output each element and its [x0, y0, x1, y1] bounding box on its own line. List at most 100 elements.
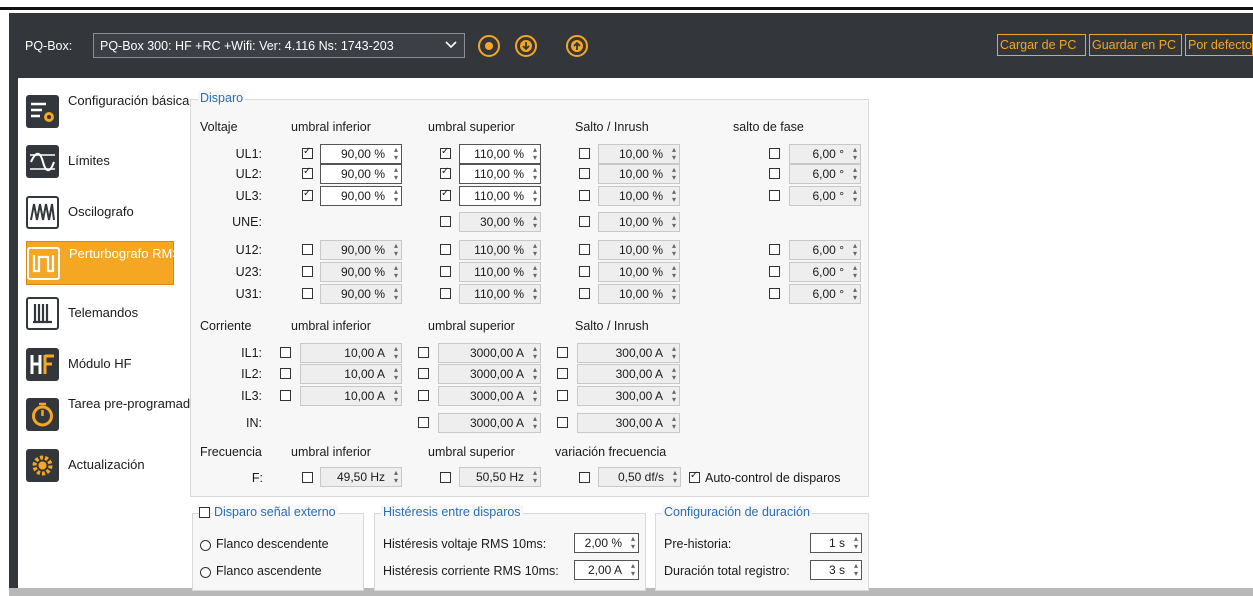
voltage-upper-spinner[interactable]: 110,00 %	[459, 240, 541, 260]
voltage-jump-checkbox[interactable]	[579, 266, 590, 277]
current-lower-checkbox[interactable]	[280, 347, 291, 358]
voltage-phase-checkbox[interactable]	[769, 190, 780, 201]
voltage-upper-spinner[interactable]: 110,00 %	[459, 144, 541, 164]
voltage-jump-spinner[interactable]: 10,00 %	[598, 284, 680, 304]
current-lower-spinner[interactable]: 10,00 A	[300, 343, 402, 363]
current-jump-checkbox[interactable]	[557, 347, 568, 358]
sidebar-item-rms-recorder[interactable]: Perturbografo RMS 10ms	[26, 241, 216, 285]
voltage-phase-spinner[interactable]: 6,00 °	[789, 262, 861, 282]
voltage-jump-checkbox[interactable]	[579, 190, 590, 201]
voltage-jump-spinner[interactable]: 10,00 %	[598, 144, 680, 164]
voltage-jump-checkbox[interactable]	[579, 148, 590, 159]
voltage-phase-spinner[interactable]: 6,00 °	[789, 284, 861, 304]
hysteresis-voltage-spinner[interactable]: 2,00 %	[574, 533, 639, 553]
sidebar-item-basic-config[interactable]: Configuración básica	[26, 89, 189, 133]
current-jump-spinner[interactable]: 300,00 A	[577, 386, 680, 406]
frequency-lower-spinner[interactable]: 49,50 Hz	[320, 467, 402, 487]
voltage-phase-spinner[interactable]: 6,00 °	[789, 186, 861, 206]
voltage-upper-checkbox[interactable]	[440, 146, 451, 159]
voltage-jump-checkbox[interactable]	[579, 168, 590, 179]
voltage-jump-spinner[interactable]: 10,00 %	[598, 262, 680, 282]
voltage-upper-checkbox[interactable]	[440, 216, 451, 227]
current-upper-checkbox[interactable]	[418, 368, 429, 379]
current-upper-checkbox[interactable]	[418, 417, 429, 428]
voltage-lower-checkbox[interactable]	[302, 166, 313, 179]
current-upper-spinner[interactable]: 3000,00 A	[438, 413, 541, 433]
voltage-phase-checkbox[interactable]	[769, 148, 780, 159]
current-jump-spinner[interactable]: 300,00 A	[577, 343, 680, 363]
voltage-jump-spinner[interactable]: 10,00 %	[598, 212, 680, 232]
voltage-jump-checkbox[interactable]	[579, 216, 590, 227]
voltage-upper-checkbox[interactable]	[440, 266, 451, 277]
current-lower-spinner[interactable]: 10,00 A	[300, 386, 402, 406]
sidebar-item-remote-controls[interactable]: Telemandos	[26, 291, 174, 335]
auto-control-checkbox[interactable]	[689, 470, 700, 483]
voltage-upper-spinner[interactable]: 110,00 %	[459, 164, 541, 184]
voltage-phase-spinner[interactable]: 6,00 °	[789, 240, 861, 260]
voltage-phase-checkbox[interactable]	[769, 244, 780, 255]
current-upper-checkbox[interactable]	[418, 390, 429, 401]
sidebar-item-update[interactable]: Actualización	[26, 443, 174, 487]
frequency-upper-checkbox[interactable]	[440, 472, 451, 483]
voltage-lower-spinner[interactable]: 90,00 %	[320, 144, 402, 164]
voltage-lower-checkbox[interactable]	[302, 188, 313, 201]
current-jump-spinner[interactable]: 300,00 A	[577, 364, 680, 384]
voltage-upper-checkbox[interactable]	[440, 244, 451, 255]
voltage-jump-spinner[interactable]: 10,00 %	[598, 240, 680, 260]
voltage-upper-spinner[interactable]: 110,00 %	[459, 284, 541, 304]
hysteresis-current-spinner[interactable]: 2,00 A	[574, 560, 639, 580]
rising-edge-radio[interactable]	[200, 567, 211, 578]
load-from-pc-button[interactable]: Cargar de PC	[997, 34, 1086, 56]
voltage-lower-spinner[interactable]: 90,00 %	[320, 164, 402, 184]
sidebar-item-hf-module[interactable]: Módulo HF	[26, 342, 174, 386]
voltage-upper-spinner[interactable]: 110,00 %	[459, 186, 541, 206]
current-upper-checkbox[interactable]	[418, 347, 429, 358]
current-jump-checkbox[interactable]	[557, 417, 568, 428]
voltage-lower-spinner[interactable]: 90,00 %	[320, 262, 402, 282]
voltage-jump-spinner[interactable]: 10,00 %	[598, 164, 680, 184]
sidebar-item-limits[interactable]: Límites	[26, 139, 174, 183]
connect-button[interactable]	[478, 35, 500, 57]
current-lower-checkbox[interactable]	[280, 390, 291, 401]
voltage-upper-checkbox[interactable]	[440, 288, 451, 299]
voltage-jump-checkbox[interactable]	[579, 288, 590, 299]
pre-history-spinner[interactable]: 1 s	[810, 533, 862, 553]
current-upper-spinner[interactable]: 3000,00 A	[438, 364, 541, 384]
current-upper-spinner[interactable]: 3000,00 A	[438, 343, 541, 363]
voltage-phase-spinner[interactable]: 6,00 °	[789, 164, 861, 184]
current-lower-spinner[interactable]: 10,00 A	[300, 364, 402, 384]
sidebar-item-scheduled-task[interactable]: Tarea pre-programada	[26, 392, 197, 436]
voltage-lower-checkbox[interactable]	[302, 288, 313, 299]
voltage-upper-checkbox[interactable]	[440, 166, 451, 179]
device-select[interactable]: PQ-Box 300: HF +RC +Wifi: Ver: 4.116 Ns:…	[93, 33, 465, 58]
current-jump-spinner[interactable]: 300,00 A	[577, 413, 680, 433]
voltage-phase-checkbox[interactable]	[769, 266, 780, 277]
upload-button[interactable]	[566, 35, 588, 57]
voltage-upper-checkbox[interactable]	[440, 188, 451, 201]
voltage-phase-checkbox[interactable]	[769, 288, 780, 299]
voltage-lower-checkbox[interactable]	[302, 266, 313, 277]
voltage-jump-checkbox[interactable]	[579, 244, 590, 255]
frequency-upper-spinner[interactable]: 50,50 Hz	[459, 467, 541, 487]
current-jump-checkbox[interactable]	[557, 390, 568, 401]
voltage-phase-spinner[interactable]: 6,00 °	[789, 144, 861, 164]
frequency-variation-spinner[interactable]: 0,50 df/s	[598, 467, 681, 487]
voltage-lower-checkbox[interactable]	[302, 244, 313, 255]
current-upper-spinner[interactable]: 3000,00 A	[438, 386, 541, 406]
current-jump-checkbox[interactable]	[557, 368, 568, 379]
external-trigger-checkbox[interactable]	[199, 507, 210, 518]
save-to-pc-button[interactable]: Guardar en PC	[1089, 34, 1182, 56]
falling-edge-radio[interactable]	[200, 540, 211, 551]
default-button[interactable]: Por defecto	[1185, 34, 1253, 56]
voltage-lower-spinner[interactable]: 90,00 %	[320, 284, 402, 304]
voltage-lower-spinner[interactable]: 90,00 %	[320, 240, 402, 260]
voltage-lower-checkbox[interactable]	[302, 146, 313, 159]
voltage-phase-checkbox[interactable]	[769, 168, 780, 179]
sidebar-item-oscillograph[interactable]: Oscilografo	[26, 190, 174, 234]
voltage-lower-spinner[interactable]: 90,00 %	[320, 186, 402, 206]
voltage-jump-spinner[interactable]: 10,00 %	[598, 186, 680, 206]
total-duration-spinner[interactable]: 3 s	[810, 560, 862, 580]
current-lower-checkbox[interactable]	[280, 368, 291, 379]
download-button[interactable]	[515, 35, 537, 57]
voltage-upper-spinner[interactable]: 30,00 %	[459, 212, 541, 232]
